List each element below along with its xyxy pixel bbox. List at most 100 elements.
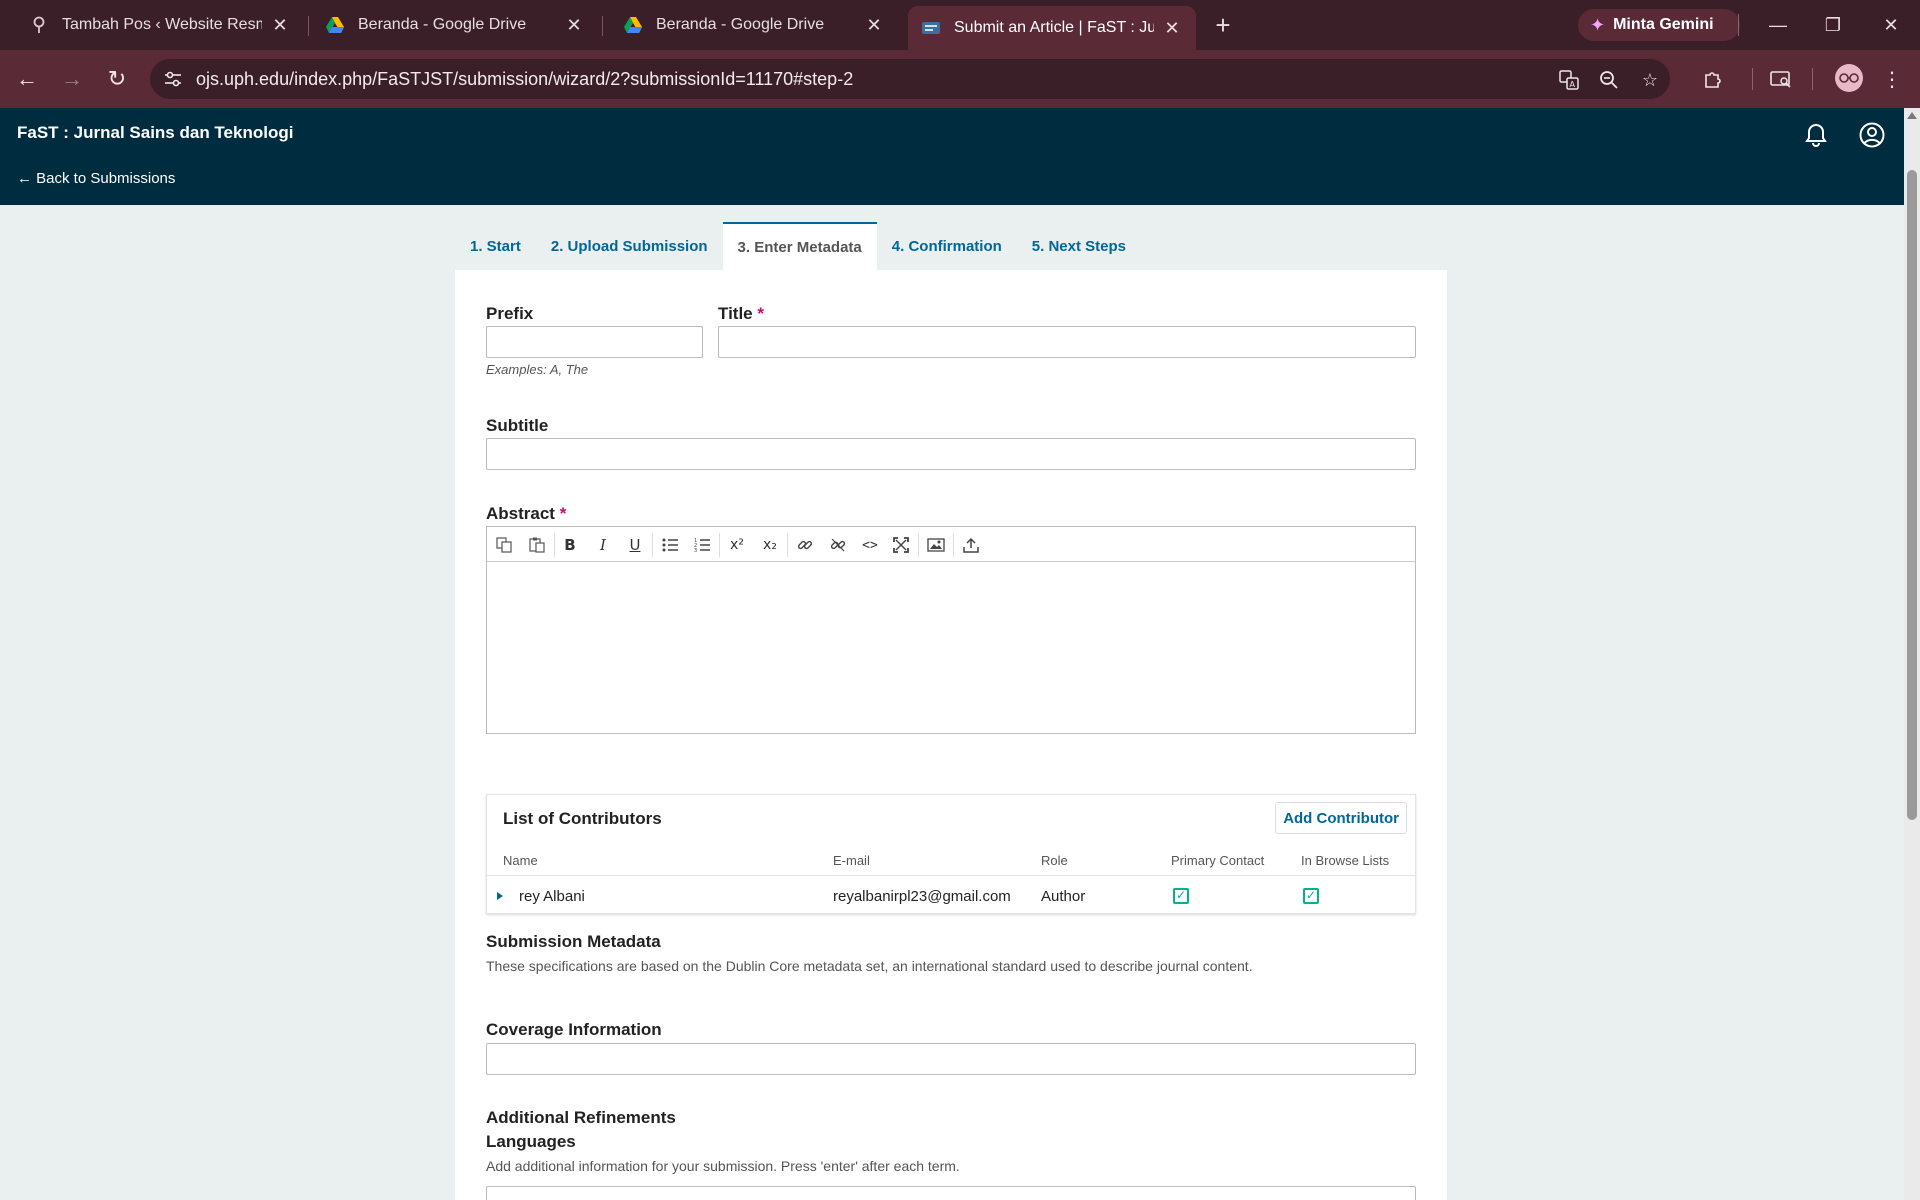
- restore-icon[interactable]: ❐: [1813, 10, 1853, 40]
- bullet-list-icon[interactable]: [657, 532, 683, 558]
- svg-text:A: A: [1570, 80, 1576, 89]
- tab-divider: [602, 16, 603, 36]
- bold-icon[interactable]: B: [557, 532, 583, 558]
- subtitle-label: Subtitle: [486, 416, 549, 435]
- prefix-input[interactable]: [486, 326, 703, 358]
- underline-icon[interactable]: U: [622, 532, 648, 558]
- contributor-role: Author: [1041, 888, 1086, 905]
- extensions-icon[interactable]: [1698, 64, 1728, 94]
- languages-input[interactable]: [486, 1186, 1416, 1200]
- column-header-email: E-mail: [833, 853, 870, 868]
- tab-title: Submit an Article | FaST : Jurnal: [954, 19, 1154, 36]
- url-text[interactable]: ojs.uph.edu/index.php/FaSTJST/submission…: [196, 69, 853, 90]
- tab-next-steps[interactable]: 5. Next Steps: [1017, 222, 1141, 270]
- image-icon[interactable]: [923, 532, 949, 558]
- more-options-icon[interactable]: ⋮: [1877, 64, 1907, 94]
- column-header-in-browse-lists: In Browse Lists: [1301, 853, 1390, 868]
- coverage-label: Coverage Information: [486, 1020, 662, 1039]
- contributor-email: reyalbanirpl23@gmail.com: [833, 888, 1011, 905]
- toolbar-separator: [787, 533, 788, 557]
- address-bar[interactable]: ojs.uph.edu/index.php/FaSTJST/submission…: [150, 59, 1670, 99]
- bookmark-star-icon[interactable]: ☆: [1637, 67, 1663, 93]
- gemini-button[interactable]: ✦ Minta Gemini: [1578, 9, 1740, 41]
- reload-icon[interactable]: ↻: [102, 64, 132, 94]
- browser-tab[interactable]: Beranda - Google Drive ✕: [610, 6, 898, 44]
- translate-icon[interactable]: A: [1556, 67, 1582, 93]
- toolbar-divider: [1812, 68, 1813, 90]
- google-drive-icon: [326, 16, 344, 34]
- subscript-icon[interactable]: x₂: [757, 532, 783, 558]
- close-icon[interactable]: ✕: [564, 15, 584, 35]
- title-label-text: Title: [718, 304, 753, 323]
- tab-start[interactable]: 1. Start: [455, 222, 536, 270]
- browser-tab-strip: Tambah Pos ‹ Website Resmi PT ✕ Beranda …: [0, 0, 1920, 50]
- toolbar-separator: [652, 533, 653, 557]
- coverage-input[interactable]: [486, 1043, 1416, 1075]
- new-tab-button[interactable]: +: [1208, 10, 1238, 40]
- abstract-label: Abstract *: [486, 504, 566, 524]
- page-scrollbar[interactable]: [1904, 108, 1920, 1200]
- pin-icon: [30, 16, 48, 34]
- contributors-grid: List of Contributors Add Contributor Nam…: [486, 794, 1416, 914]
- close-icon[interactable]: ✕: [864, 15, 884, 35]
- close-icon[interactable]: ✕: [270, 15, 290, 35]
- forward-arrow-icon[interactable]: →: [57, 64, 87, 94]
- tab-search-icon[interactable]: [1766, 64, 1796, 94]
- profile-avatar[interactable]: [1835, 64, 1863, 92]
- editor-toolbar: B I U 123 x² x₂ <>: [487, 527, 1415, 562]
- back-arrow-icon[interactable]: ←: [12, 64, 42, 94]
- tab-divider: [308, 16, 309, 36]
- tab-title: Tambah Pos ‹ Website Resmi PT: [62, 16, 262, 33]
- numbered-list-icon[interactable]: 123: [689, 532, 715, 558]
- metadata-form-panel: Prefix Examples: A, The Title * Subtitle…: [455, 270, 1447, 1200]
- zoom-out-icon[interactable]: [1596, 67, 1622, 93]
- browser-tab[interactable]: Tambah Pos ‹ Website Resmi PT ✕: [16, 6, 304, 44]
- toolbar-divider: [1738, 14, 1739, 36]
- tab-upload-submission[interactable]: 2. Upload Submission: [536, 222, 723, 270]
- browser-tab[interactable]: Beranda - Google Drive ✕: [312, 6, 598, 44]
- upload-icon[interactable]: [958, 532, 984, 558]
- divider: [487, 875, 1415, 876]
- additional-refinements-heading: Additional Refinements: [486, 1108, 676, 1127]
- svg-text:3: 3: [694, 548, 697, 552]
- browser-tab-active[interactable]: Submit an Article | FaST : Jurnal ✕: [908, 6, 1196, 50]
- close-icon[interactable]: ✕: [1162, 18, 1182, 38]
- gemini-sparkle-icon: ✦: [1590, 14, 1606, 35]
- journal-name[interactable]: FaST : Jurnal Sains dan Teknologi: [17, 123, 293, 143]
- paste-icon[interactable]: [524, 532, 550, 558]
- minimize-icon[interactable]: —: [1758, 10, 1798, 40]
- submission-wizard-tabs: 1. Start 2. Upload Submission 3. Enter M…: [455, 222, 1141, 270]
- unlink-icon[interactable]: [825, 532, 851, 558]
- ojs-favicon: [922, 19, 940, 37]
- site-info-icon[interactable]: [160, 66, 186, 92]
- bell-icon[interactable]: [1801, 120, 1831, 150]
- window-close-icon[interactable]: ✕: [1871, 10, 1911, 40]
- abstract-label-text: Abstract: [486, 504, 555, 523]
- primary-contact-check-icon: ✓: [1173, 888, 1189, 904]
- gemini-label: Minta Gemini: [1613, 16, 1714, 33]
- tab-title: Beranda - Google Drive: [358, 16, 527, 33]
- title-input[interactable]: [718, 326, 1416, 358]
- italic-icon[interactable]: I: [590, 532, 616, 558]
- expand-row-icon[interactable]: [497, 892, 503, 900]
- back-to-submissions-link[interactable]: ← Back to Submissions: [17, 170, 175, 187]
- fullscreen-icon[interactable]: [888, 532, 914, 558]
- site-header: FaST : Jurnal Sains dan Teknologi ← Back…: [0, 108, 1904, 205]
- add-contributor-button[interactable]: Add Contributor: [1275, 802, 1407, 834]
- abstract-editor[interactable]: B I U 123 x² x₂ <>: [486, 526, 1416, 734]
- languages-description: Add additional information for your subm…: [486, 1158, 960, 1174]
- contributors-title: List of Contributors: [503, 809, 662, 828]
- link-icon[interactable]: [792, 532, 818, 558]
- code-icon[interactable]: <>: [857, 532, 883, 558]
- tab-enter-metadata[interactable]: 3. Enter Metadata: [722, 222, 877, 270]
- user-account-icon[interactable]: [1857, 120, 1887, 150]
- copy-icon[interactable]: [491, 532, 517, 558]
- superscript-icon[interactable]: x²: [724, 532, 750, 558]
- subtitle-input[interactable]: [486, 438, 1416, 470]
- toolbar-separator: [953, 533, 954, 557]
- tab-confirmation[interactable]: 4. Confirmation: [877, 222, 1017, 270]
- scroll-up-arrow-icon[interactable]: [1907, 112, 1917, 119]
- toolbar-separator: [554, 533, 555, 557]
- tab-title: Beranda - Google Drive: [656, 16, 825, 33]
- scrollbar-thumb[interactable]: [1907, 170, 1917, 820]
